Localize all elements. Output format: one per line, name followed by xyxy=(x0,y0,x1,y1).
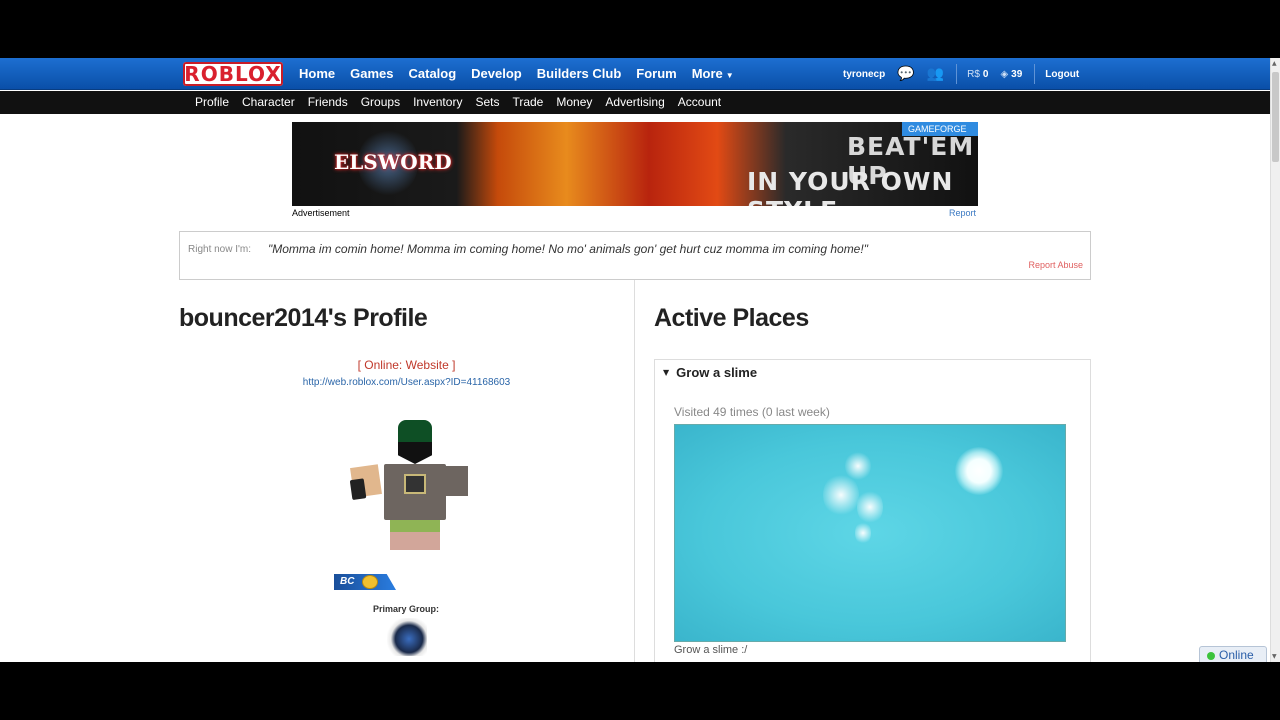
scrollbar-thumb[interactable] xyxy=(1272,72,1279,162)
report-abuse-link[interactable]: Report Abuse xyxy=(1028,260,1083,270)
nav-more[interactable]: More ▼ xyxy=(692,58,734,90)
place-visits: Visited 49 times (0 last week) xyxy=(674,405,830,419)
online-suffix: ] xyxy=(448,358,456,372)
avatar-image xyxy=(346,420,468,550)
cloud-shape xyxy=(857,489,883,525)
online-chat-widget[interactable]: Online xyxy=(1199,646,1267,662)
nav-develop[interactable]: Develop xyxy=(471,58,522,90)
nav-catalog[interactable]: Catalog xyxy=(409,58,457,90)
scroll-down-icon[interactable]: ▼ xyxy=(1272,653,1277,660)
cloud-shape xyxy=(855,521,871,545)
nav-games[interactable]: Games xyxy=(350,58,393,90)
avatar-belt xyxy=(390,520,440,532)
place-name: Grow a slime xyxy=(676,365,758,380)
expand-triangle-icon: ▼ xyxy=(663,368,670,377)
robux-value: 0 xyxy=(982,68,989,80)
top-navigation: ROBLOX Home Games Catalog Develop Builde… xyxy=(0,58,1270,90)
primary-group-label: Primary Group: xyxy=(372,604,439,614)
user-bar: tyronecp 💬 👥 R$ 0 ◈ 39 Logout xyxy=(843,58,1079,90)
messages-icon[interactable]: 💬 xyxy=(897,66,914,82)
sub-navigation: Profile Character Friends Groups Invento… xyxy=(0,91,1270,114)
robux-counter[interactable]: R$ 0 xyxy=(967,69,988,80)
chevron-down-icon: ▼ xyxy=(725,71,734,80)
robux-label: R$ xyxy=(967,68,980,80)
subnav-sets[interactable]: Sets xyxy=(475,91,499,114)
logout-link[interactable]: Logout xyxy=(1045,69,1079,80)
page-scrollbar[interactable]: ▲ ▼ xyxy=(1270,58,1280,662)
advertisement-banner[interactable]: ELSWORD GAMEFORGE BEAT'EM UP IN YOUR OWN… xyxy=(292,122,978,206)
roblox-logo[interactable]: ROBLOX xyxy=(183,62,283,86)
subnav-character[interactable]: Character xyxy=(242,91,295,114)
subnav-money[interactable]: Money xyxy=(556,91,592,114)
online-status: [ Online: Website ] xyxy=(179,358,634,372)
place-thumbnail[interactable] xyxy=(674,424,1066,642)
advertisement-label: Advertisement xyxy=(292,208,350,218)
avatar-torso xyxy=(384,464,446,520)
nav-builders-club[interactable]: Builders Club xyxy=(537,58,622,90)
ad-brand-logo: ELSWORD xyxy=(334,150,452,174)
active-places-title: Active Places xyxy=(654,304,809,332)
sun-glow xyxy=(955,447,1003,495)
bc-badge-label: BC xyxy=(340,576,355,587)
subnav-advertising[interactable]: Advertising xyxy=(605,91,664,114)
subnav-trade[interactable]: Trade xyxy=(512,91,543,114)
online-prefix: [ Online: xyxy=(357,358,406,372)
avatar-cup xyxy=(349,478,367,501)
avatar-legs xyxy=(390,520,440,550)
avatar-shirt-print xyxy=(404,474,426,494)
status-label: Right now I'm: xyxy=(188,244,252,255)
tickets-counter[interactable]: ◈ 39 xyxy=(1000,69,1022,80)
place-card: ▼ Grow a slime Visited 49 times (0 last w… xyxy=(654,359,1091,662)
online-location: Website xyxy=(405,358,449,372)
place-caption: Grow a slime :/ xyxy=(674,644,748,656)
avatar-right-arm xyxy=(446,466,468,496)
scroll-up-icon[interactable]: ▲ xyxy=(1272,60,1277,67)
ticket-icon: ◈ xyxy=(1000,68,1009,80)
subnav-profile[interactable]: Profile xyxy=(195,91,229,114)
profile-title: bouncer2014's Profile xyxy=(179,304,428,332)
subnav-items: Profile Character Friends Groups Invento… xyxy=(195,91,734,114)
subnav-inventory[interactable]: Inventory xyxy=(413,91,462,114)
friends-icon[interactable]: 👥 xyxy=(927,66,944,82)
nav-forum[interactable]: Forum xyxy=(636,58,676,90)
tickets-value: 39 xyxy=(1011,68,1023,80)
username-link[interactable]: tyronecp xyxy=(843,69,885,80)
bc-coin-icon xyxy=(362,575,378,589)
video-letterbox-top xyxy=(0,0,1280,58)
divider xyxy=(956,64,958,84)
subnav-friends[interactable]: Friends xyxy=(308,91,348,114)
builders-club-badge[interactable]: BC xyxy=(334,574,396,590)
avatar-mask xyxy=(398,442,432,464)
divider xyxy=(1034,64,1036,84)
group-emblem-icon[interactable] xyxy=(387,618,427,656)
avatar-left-arm xyxy=(349,464,382,501)
nav-home[interactable]: Home xyxy=(299,58,335,90)
place-accordion-header[interactable]: ▼ Grow a slime xyxy=(663,365,757,380)
main-nav: Home Games Catalog Develop Builders Club… xyxy=(299,58,749,90)
online-widget-label: Online xyxy=(1219,648,1254,662)
ad-report-link[interactable]: Report xyxy=(949,208,976,218)
video-letterbox-bottom xyxy=(0,662,1280,720)
cloud-shape xyxy=(845,451,871,481)
status-message: "Momma im comin home! Momma im coming ho… xyxy=(268,242,868,256)
column-divider xyxy=(634,280,635,662)
browser-viewport: ROBLOX Home Games Catalog Develop Builde… xyxy=(0,58,1270,662)
profile-url-link[interactable]: http://web.roblox.com/User.aspx?ID=41168… xyxy=(179,377,634,388)
nav-more-label: More xyxy=(691,66,723,81)
subnav-groups[interactable]: Groups xyxy=(361,91,400,114)
online-status-dot xyxy=(1207,652,1215,660)
status-box: Right now I'm: "Momma im comin home! Mom… xyxy=(179,231,1091,280)
subnav-account[interactable]: Account xyxy=(678,91,721,114)
ad-tagline-2: IN YOUR OWN STYLE xyxy=(747,167,954,206)
